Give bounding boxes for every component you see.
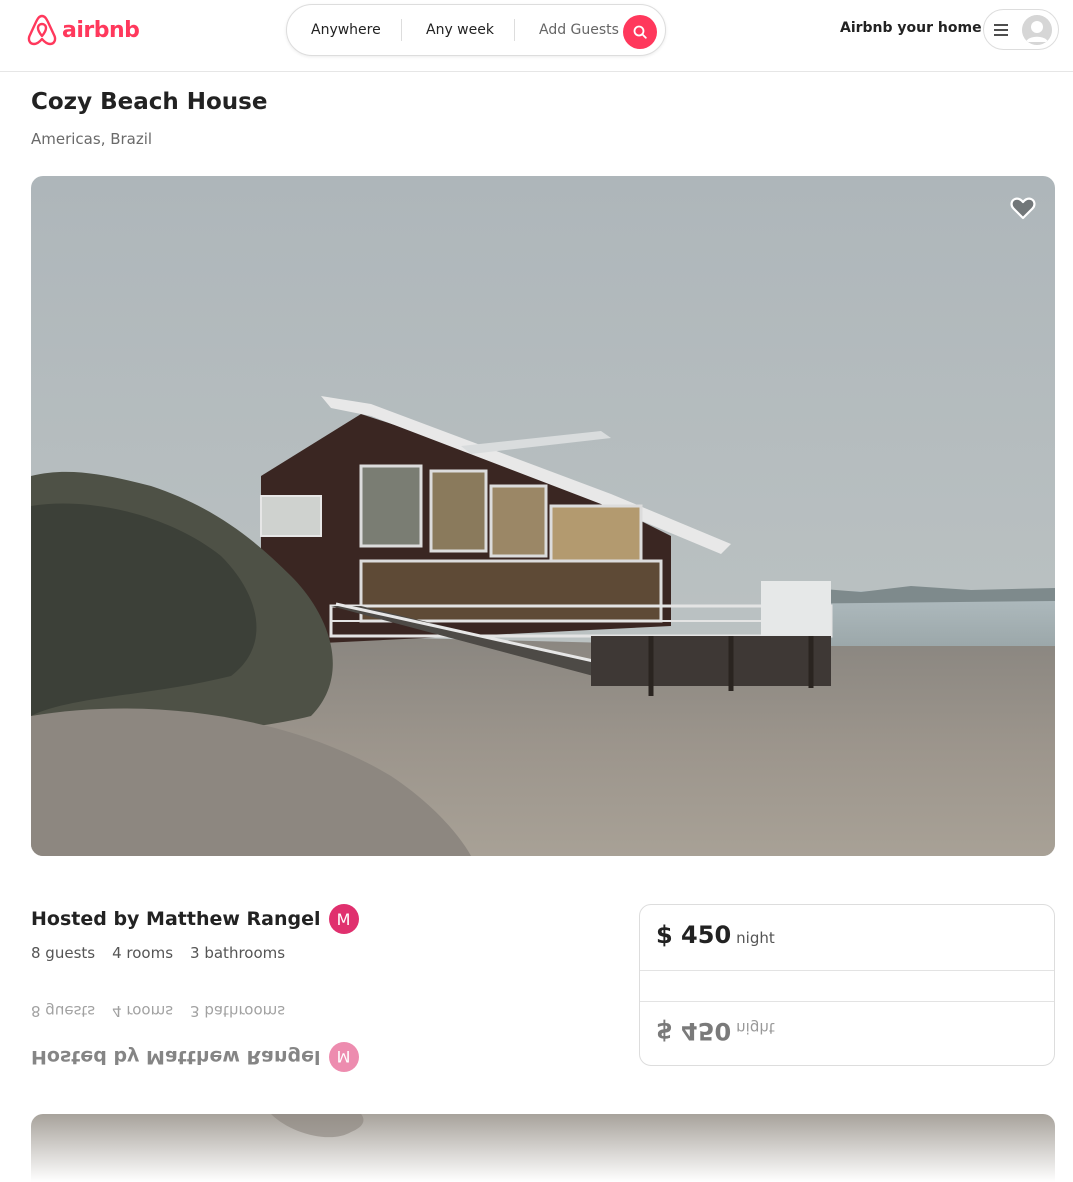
- listing-title: Cozy Beach House: [31, 89, 268, 115]
- listing-stats: 8 guests 4 rooms 3 bathrooms: [31, 944, 285, 962]
- stat-guests-reflection: 8 guests: [31, 1002, 96, 1020]
- stat-rooms: 4 rooms: [112, 944, 174, 962]
- heart-icon[interactable]: [1009, 194, 1037, 222]
- card-divider: [640, 970, 1054, 971]
- stat-rooms-reflection: 4 rooms: [112, 1002, 174, 1020]
- listing-location: Americas, Brazil: [31, 130, 153, 148]
- price-row: $ 450 night: [656, 921, 775, 949]
- search-button[interactable]: [623, 15, 657, 49]
- price-unit: night: [736, 929, 775, 947]
- host-avatar[interactable]: M: [328, 904, 359, 934]
- search-guests[interactable]: Add Guests: [515, 22, 619, 38]
- user-avatar-icon: [1022, 14, 1052, 45]
- menu-icon: [994, 23, 1008, 36]
- search-location[interactable]: Anywhere: [287, 22, 401, 38]
- host-info: Hosted by Matthew Rangel M: [31, 904, 359, 934]
- beach-house-photo: [31, 176, 1055, 856]
- airbnb-logo-icon: [27, 14, 57, 46]
- listing-photo[interactable]: [31, 176, 1055, 856]
- price-row-reflection: $ 450 night: [656, 1017, 775, 1045]
- stat-guests: 8 guests: [31, 944, 96, 962]
- price-amount: $ 450: [656, 921, 732, 949]
- search-icon: [633, 25, 647, 39]
- search-week[interactable]: Any week: [402, 22, 514, 38]
- photo-reflection: [31, 1114, 1055, 1182]
- search-bar[interactable]: Anywhere Any week Add Guests: [286, 4, 666, 56]
- price-card: $ 450 night $ 450 night: [639, 904, 1055, 1066]
- airbnb-your-home-link[interactable]: Airbnb your home: [840, 20, 982, 36]
- airbnb-logo[interactable]: airbnb: [26, 13, 140, 47]
- price-amount-reflection: $ 450: [656, 1017, 732, 1045]
- host-info-reflection: Hosted by Matthew Rangel M 8 guests 4 ro…: [31, 1000, 391, 1072]
- user-menu-button[interactable]: [983, 9, 1059, 50]
- stat-bathrooms-reflection: 3 bathrooms: [190, 1002, 286, 1020]
- stat-bathrooms: 3 bathrooms: [190, 944, 286, 962]
- price-unit-reflection: night: [736, 1019, 775, 1037]
- top-navbar: airbnb Anywhere Any week Add Guests Airb…: [0, 0, 1073, 72]
- card-divider: [640, 1001, 1054, 1002]
- host-avatar-reflection: M: [328, 1042, 359, 1072]
- hosted-by-text-reflection: Hosted by Matthew Rangel: [31, 1046, 321, 1068]
- logo-text: airbnb: [62, 17, 140, 43]
- hosted-by-text: Hosted by Matthew Rangel: [31, 908, 321, 930]
